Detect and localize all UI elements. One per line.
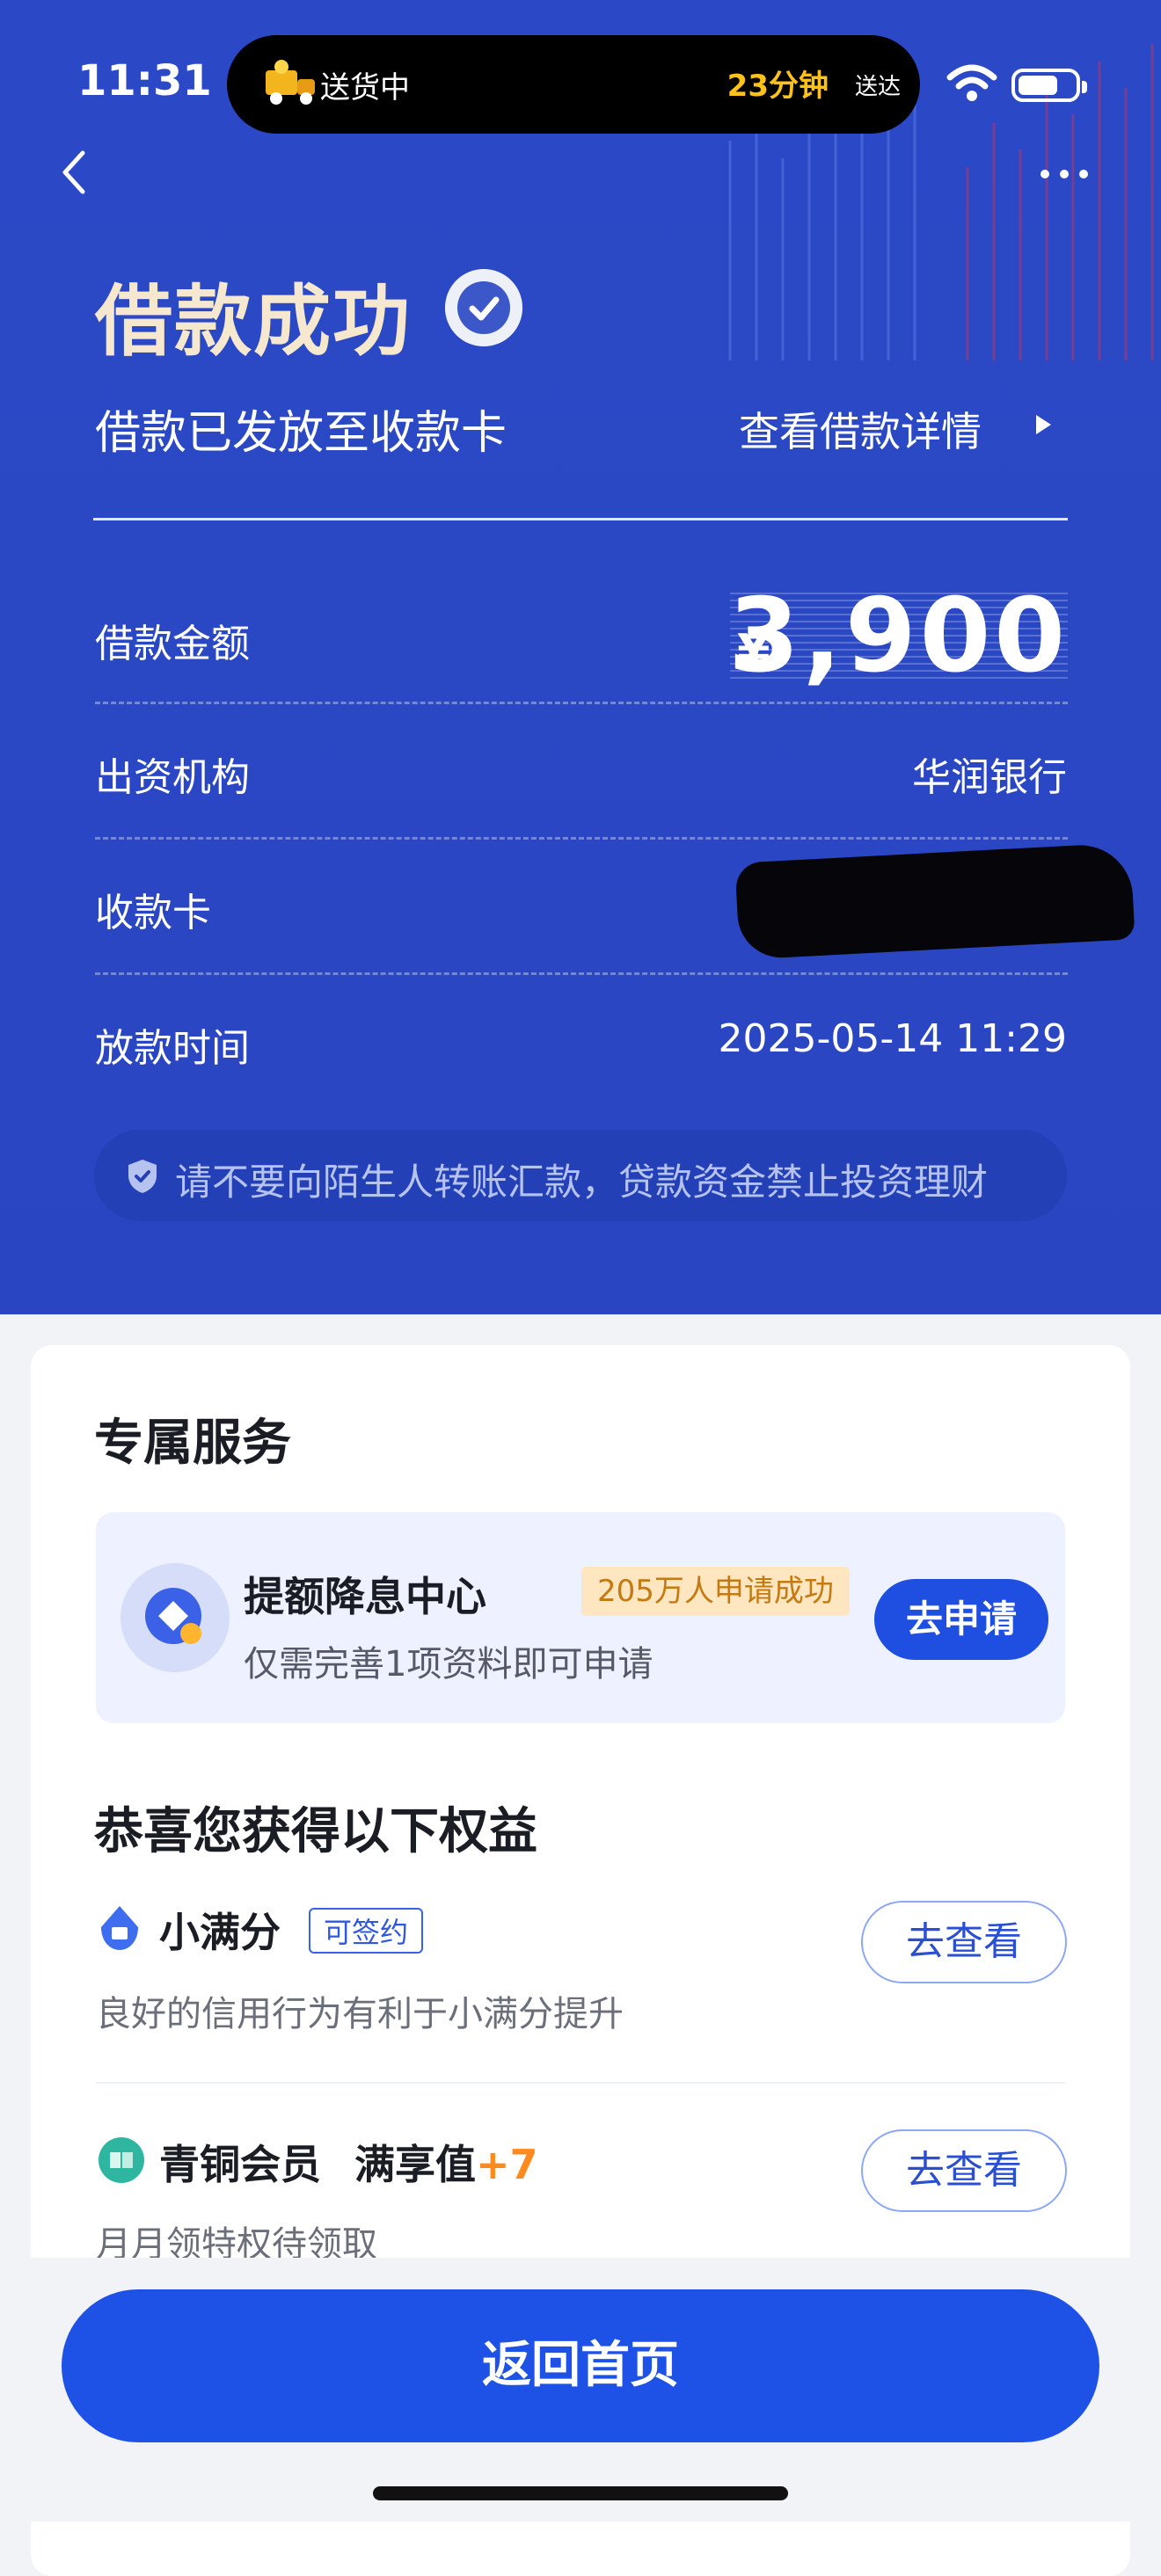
- delivery-truck-icon: [266, 60, 315, 105]
- view-button[interactable]: 去查看: [861, 1901, 1067, 1983]
- benefit-plus-value: +7: [476, 2141, 538, 2188]
- time-value: 2025-05-14 11:29: [718, 1016, 1068, 1061]
- apply-button[interactable]: 去申请: [874, 1579, 1048, 1660]
- back-arrow-icon[interactable]: [51, 148, 100, 197]
- page-subtitle: 借款已发放至收款卡: [95, 407, 507, 460]
- header-section: 11:31 送货中 23分钟 送达 借款成功 借款已发放至收款卡 查看借款详情 …: [0, 0, 1161, 1314]
- warning-text: 请不要向陌生人转账汇款，贷款资金禁止投资理财: [175, 1161, 989, 1204]
- credit-center-icon: [120, 1563, 230, 1672]
- loan-detail-link[interactable]: 查看借款详情: [739, 400, 982, 458]
- verified-check-icon: [445, 269, 522, 346]
- lender-label: 出资机构: [95, 755, 250, 800]
- triangle-right-icon[interactable]: [1036, 415, 1051, 434]
- benefit-extra: 满享值+7: [354, 2133, 538, 2191]
- shield-check-icon: [128, 1160, 157, 1193]
- home-indicator: [373, 2486, 788, 2500]
- service-badge: 205万人申请成功: [581, 1567, 850, 1616]
- status-time: 11:31: [77, 56, 212, 106]
- dashed-divider: [95, 702, 1068, 704]
- return-home-button[interactable]: 返回首页: [62, 2289, 1099, 2442]
- service-item-credit-center[interactable]: 提额降息中心 205万人申请成功 仅需完善1项资料即可申请 去申请: [96, 1512, 1065, 1723]
- time-label: 放款时间: [95, 1026, 250, 1071]
- redacted-card-number: [734, 842, 1135, 960]
- benefit-extra-label: 满享值: [354, 2141, 476, 2188]
- dashed-divider: [95, 972, 1068, 975]
- benefit-tag: 可签约: [309, 1908, 423, 1954]
- lender-value: 华润银行: [912, 755, 1067, 800]
- dynamic-island-activity[interactable]: 送货中 23分钟 送达: [227, 35, 920, 134]
- wifi-icon: [946, 64, 997, 101]
- status-bar: 11:31 送货中 23分钟 送达: [0, 0, 1161, 167]
- activity-eta-suffix: 送达: [854, 74, 901, 100]
- xiaoman-score-icon: [101, 1906, 138, 1950]
- battery-icon: [1011, 69, 1087, 102]
- loan-amount: 3,900: [728, 577, 1069, 695]
- activity-label: 送货中: [320, 70, 410, 106]
- page-title: 借款成功: [95, 275, 413, 367]
- bronze-member-icon: [99, 2137, 144, 2183]
- benefit-desc: 良好的信用行为有利于小满分提升: [96, 1994, 624, 2034]
- divider: [93, 518, 1068, 520]
- activity-eta: 23分钟: [727, 69, 829, 104]
- dashed-divider: [95, 837, 1068, 840]
- card-label: 收款卡: [95, 891, 211, 935]
- more-options-icon[interactable]: [1036, 165, 1092, 183]
- benefit-name: 青铜会员: [159, 2141, 321, 2188]
- service-desc: 仅需完善1项资料即可申请: [244, 1644, 654, 1685]
- benefit-name: 小满分: [159, 1909, 281, 1956]
- security-warning: 请不要向陌生人转账汇款，贷款资金禁止投资理财: [94, 1130, 1067, 1221]
- divider: [96, 2082, 1065, 2084]
- view-button[interactable]: 去查看: [861, 2129, 1067, 2212]
- services-title: 专属服务: [94, 1415, 291, 1472]
- amount-label: 借款金额: [95, 622, 250, 666]
- benefits-title: 恭喜您获得以下权益: [94, 1803, 537, 1860]
- service-name: 提额降息中心: [244, 1573, 486, 1620]
